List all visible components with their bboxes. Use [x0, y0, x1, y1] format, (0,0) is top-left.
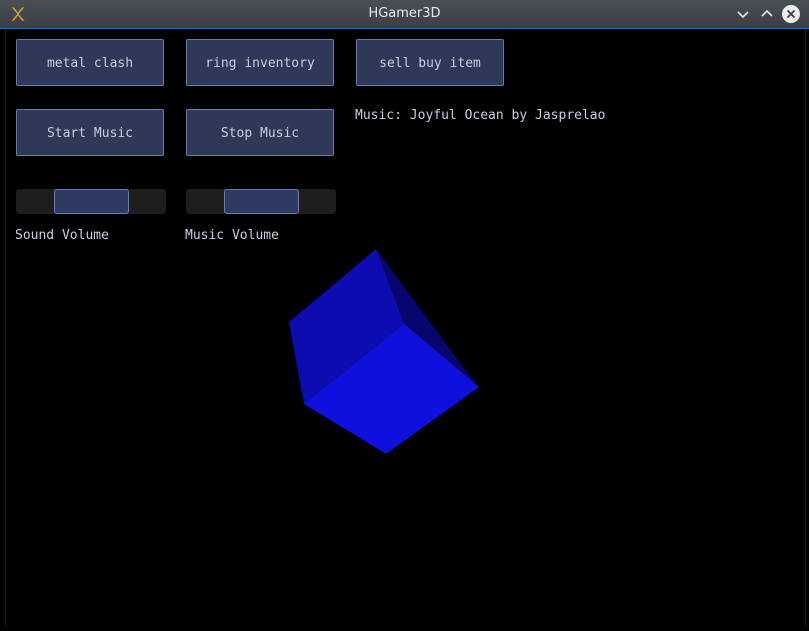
music-volume-handle[interactable]	[224, 189, 299, 214]
sell-buy-item-button[interactable]: sell buy item	[356, 39, 504, 86]
title-bar[interactable]: HGamer3D	[0, 0, 809, 29]
close-icon[interactable]	[781, 4, 801, 24]
stop-music-button[interactable]: Stop Music	[186, 109, 334, 156]
chevron-down-icon[interactable]	[733, 4, 753, 24]
ring-inventory-button[interactable]: ring inventory	[186, 39, 334, 86]
sound-volume-label: Sound Volume	[15, 228, 109, 243]
music-volume-slider[interactable]	[186, 189, 336, 214]
app-window: HGamer3D metal clash ring inventory sell…	[0, 0, 809, 631]
start-music-button[interactable]: Start Music	[16, 109, 164, 156]
sound-volume-handle[interactable]	[54, 189, 129, 214]
metal-clash-button[interactable]: metal clash	[16, 39, 164, 86]
game-viewport: metal clash ring inventory sell buy item…	[5, 29, 806, 626]
music-volume-label: Music Volume	[185, 228, 279, 243]
rotating-cube	[289, 249, 479, 454]
window-title: HGamer3D	[368, 6, 441, 21]
music-info-label: Music: Joyful Ocean by Jasprelao	[355, 108, 606, 123]
sound-volume-slider[interactable]	[16, 189, 166, 214]
chevron-up-icon[interactable]	[757, 4, 777, 24]
